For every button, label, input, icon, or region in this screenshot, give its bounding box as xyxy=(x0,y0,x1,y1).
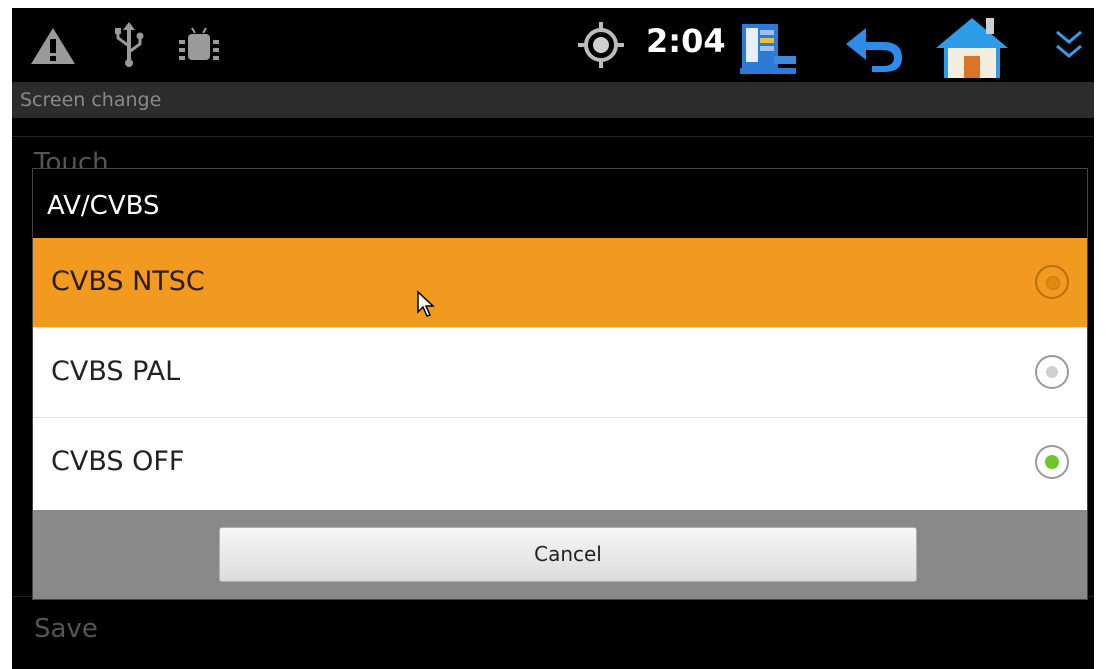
cancel-button[interactable]: Cancel xyxy=(219,527,917,582)
radio-dot xyxy=(1046,366,1058,378)
dialog-button-bar: Cancel xyxy=(33,510,1087,599)
radio-button[interactable] xyxy=(1035,445,1069,479)
option-label: CVBS PAL xyxy=(51,356,181,387)
option-cvbs-pal[interactable]: CVBS PAL xyxy=(33,328,1087,418)
radio-button[interactable] xyxy=(1035,265,1069,299)
settings-item-save[interactable]: Save xyxy=(34,614,98,644)
option-cvbs-off[interactable]: CVBS OFF xyxy=(33,418,1087,510)
android-debug-icon xyxy=(179,27,219,60)
home-icon[interactable] xyxy=(934,14,1010,80)
radio-dot xyxy=(1046,276,1060,290)
back-icon[interactable] xyxy=(842,22,906,74)
gps-icon xyxy=(578,22,624,68)
option-cvbs-ntsc[interactable]: CVBS NTSC xyxy=(33,238,1087,328)
status-bar: 2:04 xyxy=(12,8,1094,82)
option-label: CVBS NTSC xyxy=(51,266,205,297)
expand-chevron-icon[interactable] xyxy=(1054,28,1084,64)
device-screen: 2:04 Screen change Touch Save AV/CVBS CV… xyxy=(12,8,1094,669)
radio-button[interactable] xyxy=(1035,355,1069,389)
mouse-cursor-icon xyxy=(417,290,435,317)
radio-dot-checked xyxy=(1045,455,1059,469)
task-manager-icon[interactable] xyxy=(738,18,804,78)
clock: 2:04 xyxy=(646,22,726,60)
usb-icon xyxy=(115,22,144,67)
option-label: CVBS OFF xyxy=(51,446,185,477)
warning-icon xyxy=(31,28,75,64)
settings-title-bar: Screen change xyxy=(12,82,1094,118)
dialog-title: AV/CVBS xyxy=(47,191,160,221)
divider xyxy=(12,136,1094,137)
av-cvbs-dialog: AV/CVBS CVBS NTSC CVBS PAL CVBS OFF Canc… xyxy=(32,168,1088,600)
